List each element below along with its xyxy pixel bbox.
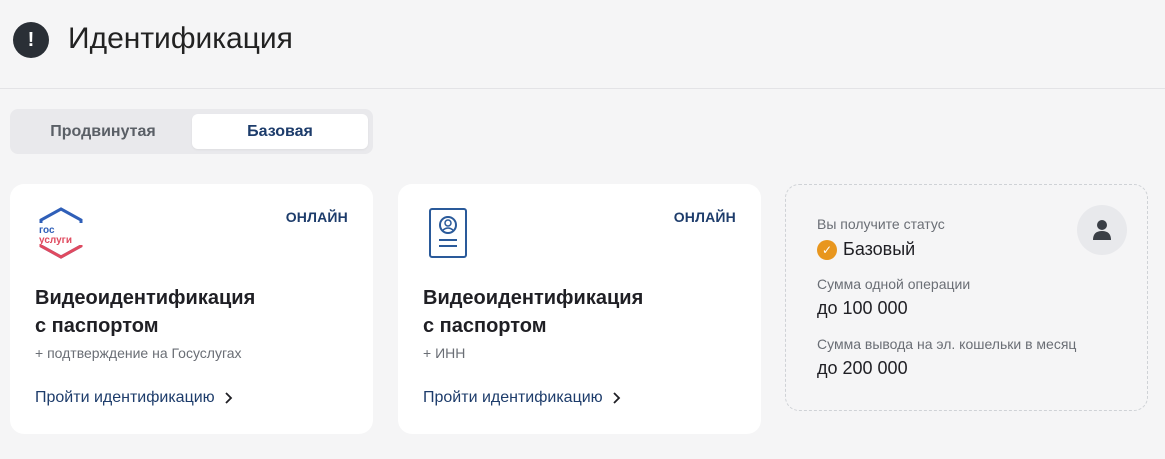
card-title-line1: Видеоидентификация	[35, 287, 256, 309]
withdraw-limit-value: до 200 000	[817, 358, 908, 378]
card-title-line2: с паспортом	[35, 315, 159, 337]
user-icon	[1077, 205, 1127, 255]
online-badge: ОНЛАЙН	[673, 209, 736, 225]
online-badge: ОНЛАЙН	[285, 209, 348, 225]
card-title-line2: с паспортом	[423, 315, 547, 337]
status-label: Вы получите статус	[817, 216, 945, 232]
card-title: Видеоидентификация с паспортом	[35, 284, 335, 340]
withdraw-limit-label: Сумма вывода на эл. кошельки в месяц	[817, 336, 1077, 352]
link-label: Пройти идентификацию	[35, 389, 215, 406]
tab-advanced[interactable]: Продвинутая	[14, 114, 192, 149]
inn-video-id-card[interactable]: ОНЛАЙН Видеоидентификация с паспортом + …	[398, 184, 761, 434]
operation-limit-value: до 100 000	[817, 298, 908, 318]
operation-limit-label: Сумма одной операции	[817, 276, 971, 292]
chevron-right-icon	[225, 392, 232, 404]
start-identification-link[interactable]: Пройти идентификацию	[35, 389, 233, 407]
gosuslugi-logo-icon: гос услуги	[37, 207, 83, 259]
card-subtitle: + ИНН	[423, 345, 466, 361]
tab-basic[interactable]: Базовая	[192, 114, 368, 149]
header: ! Идентификация	[0, 0, 1165, 89]
chevron-right-icon	[613, 392, 620, 404]
link-label: Пройти идентификацию	[423, 389, 603, 406]
page-title: Идентификация	[68, 22, 293, 55]
status-value: Базовый	[843, 239, 916, 259]
card-subtitle: + подтверждение на Госуслугах	[35, 345, 242, 361]
start-identification-link[interactable]: Пройти идентификацию	[423, 389, 621, 407]
card-title: Видеоидентификация с паспортом	[423, 284, 723, 340]
card-title-line1: Видеоидентификация	[423, 287, 644, 309]
tab-switcher: Продвинутая Базовая	[10, 109, 373, 154]
gosuslugi-video-id-card[interactable]: гос услуги ОНЛАЙН Видеоидентификация с п…	[10, 184, 373, 434]
status-panel: Вы получите статус ✓ Базовый Сумма одной…	[785, 184, 1148, 411]
id-card-icon	[429, 208, 467, 258]
check-icon: ✓	[817, 240, 837, 260]
alert-icon: !	[13, 22, 49, 58]
logo-text-uslugi: услуги	[39, 235, 72, 246]
